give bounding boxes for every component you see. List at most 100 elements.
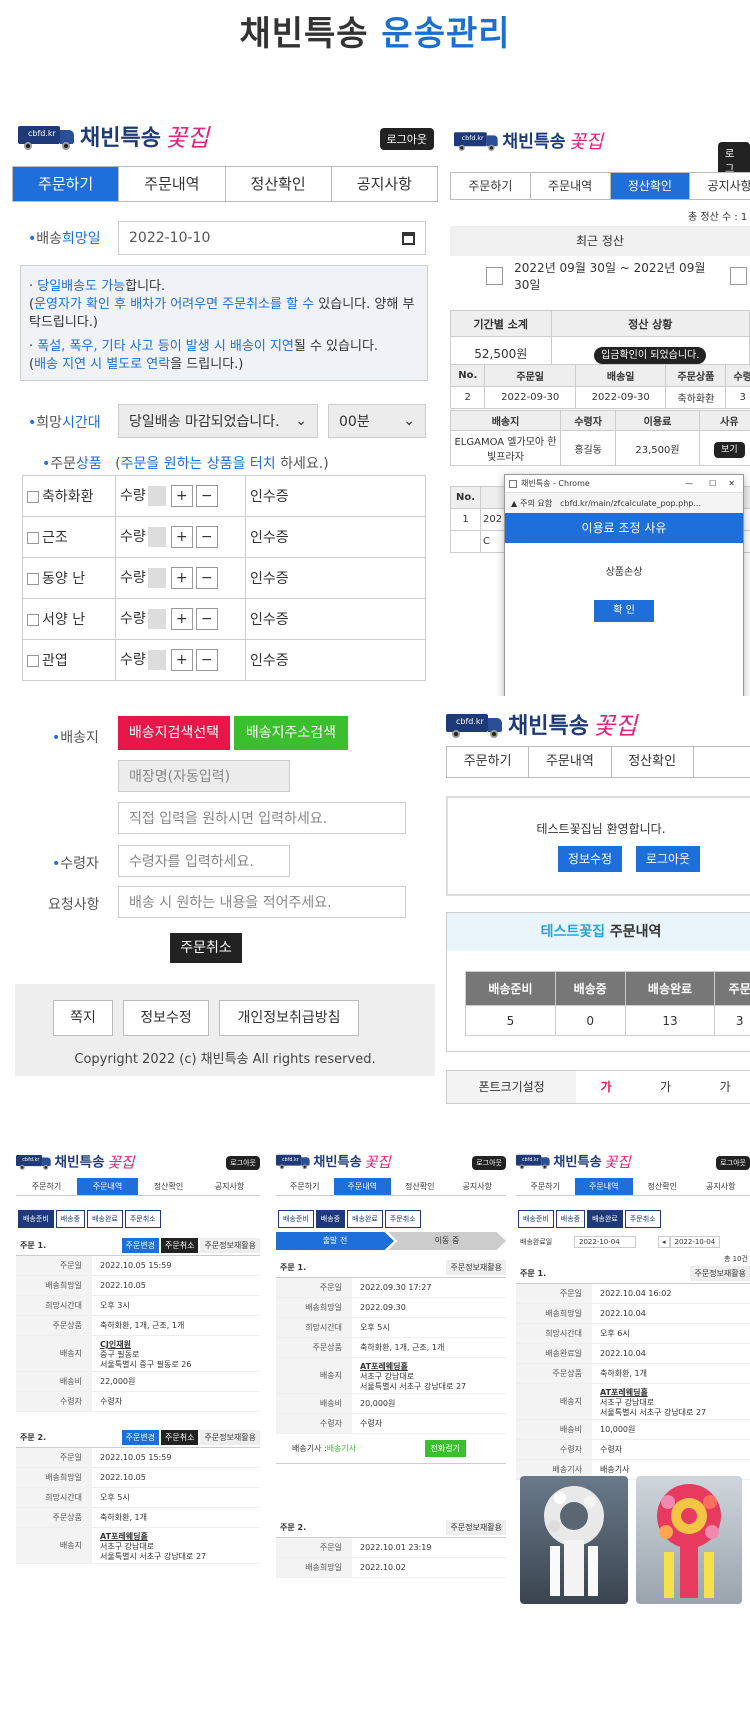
tab-history[interactable]: 주문내역 xyxy=(119,167,226,201)
logout-button[interactable]: 로그아웃 xyxy=(379,128,434,150)
edit-info-button[interactable]: 정보수정 xyxy=(123,1000,209,1036)
order-reuse-button[interactable]: 주문정보재활용 xyxy=(690,1266,750,1281)
recipient-input[interactable]: 수령자를 입력하세요. xyxy=(118,845,290,877)
tab-order[interactable]: 주문하기 xyxy=(447,747,530,777)
minus-button[interactable]: − xyxy=(195,649,218,671)
delivery-photo-2[interactable] xyxy=(636,1476,742,1604)
tab-order[interactable]: 주문하기 xyxy=(276,1178,334,1195)
checkbox[interactable] xyxy=(27,573,39,585)
font-size-option[interactable]: 가 xyxy=(695,1071,750,1103)
checkbox[interactable] xyxy=(27,532,39,544)
plus-button[interactable]: + xyxy=(170,526,193,548)
prev-checkbox[interactable] xyxy=(486,267,504,285)
date-end-input[interactable]: 2022-10-04 xyxy=(669,1236,721,1248)
pill-shipping[interactable]: 배송중 xyxy=(555,1210,586,1228)
order-cancel-button[interactable]: 주문취소 xyxy=(161,1430,199,1445)
qty-input[interactable] xyxy=(147,568,166,588)
plus-button[interactable]: + xyxy=(170,608,193,630)
pill-done[interactable]: 배송완료 xyxy=(87,1210,123,1228)
request-input[interactable]: 배송 시 원하는 내용을 적어주세요. xyxy=(118,886,406,918)
tab-notice[interactable]: 공지사항 xyxy=(331,167,437,201)
qty-input[interactable] xyxy=(147,486,166,506)
privacy-button[interactable]: 개인정보취급방침 xyxy=(219,1000,359,1036)
pill-shipping[interactable]: 배송중 xyxy=(55,1210,86,1228)
tab-notice[interactable]: 공지사항 xyxy=(690,173,750,199)
tab-order[interactable]: 주문하기 xyxy=(13,167,120,201)
order-cancel-button[interactable]: 주문취소 xyxy=(170,933,242,963)
product-row[interactable]: 근조 수량 + − 인수증 xyxy=(22,516,426,558)
direct-address-input[interactable]: 직접 입력을 원하시면 입력하세요. xyxy=(118,802,406,834)
close-icon[interactable]: ✕ xyxy=(728,479,735,488)
logout-button[interactable]: 로그아웃 xyxy=(716,1156,750,1170)
pill-ready[interactable]: 배송준비 xyxy=(518,1210,554,1228)
tab-order[interactable]: 주문하기 xyxy=(16,1178,77,1195)
tab-order[interactable]: 주문하기 xyxy=(451,173,531,199)
plus-button[interactable]: + xyxy=(170,485,193,507)
pill-ready[interactable]: 배송준비 xyxy=(278,1210,314,1228)
order-cancel-button[interactable]: 주문취소 xyxy=(161,1238,199,1253)
popup-ok-button[interactable]: 확 인 xyxy=(594,600,654,622)
stat-value[interactable]: 0 xyxy=(554,1005,626,1036)
tab-settle[interactable]: 정산확인 xyxy=(225,167,332,201)
date-start-input[interactable]: 2022-10-04 xyxy=(574,1236,636,1248)
tab-settle[interactable]: 정산확인 xyxy=(391,1178,449,1195)
qty-input[interactable] xyxy=(147,609,166,629)
stat-value[interactable]: 13 xyxy=(624,1005,716,1036)
tab-notice[interactable]: 공지사항 xyxy=(449,1178,507,1195)
minimize-icon[interactable]: — xyxy=(685,479,693,488)
plus-button[interactable]: + xyxy=(170,567,193,589)
pill-done[interactable]: 배송완료 xyxy=(347,1210,383,1228)
tab-settle[interactable]: 정산확인 xyxy=(138,1178,199,1195)
message-button[interactable]: 쪽지 xyxy=(53,1000,113,1036)
pill-cancel[interactable]: 주문취소 xyxy=(384,1210,421,1228)
delivery-date-input[interactable]: 2022-10-10 xyxy=(118,221,426,255)
pill-ready[interactable]: 배송준비 xyxy=(18,1210,54,1228)
tab-settle[interactable]: 정산확인 xyxy=(610,173,691,199)
pill-shipping[interactable]: 배송중 xyxy=(315,1210,346,1228)
product-row[interactable]: 축하화환 수량 + − 인수증 xyxy=(22,475,426,517)
pill-cancel[interactable]: 주문취소 xyxy=(124,1210,161,1228)
order-reuse-button[interactable]: 주문정보재활용 xyxy=(200,1430,260,1445)
qty-input[interactable] xyxy=(147,650,166,670)
product-row[interactable]: 관엽 수량 + − 인수증 xyxy=(22,639,426,681)
logout-button[interactable]: 로그아웃 xyxy=(472,1156,506,1170)
minute-select[interactable]: 00분 ⌄ xyxy=(328,404,426,438)
plus-button[interactable]: + xyxy=(170,649,193,671)
tab-order[interactable]: 주문하기 xyxy=(516,1178,575,1195)
minus-button[interactable]: − xyxy=(195,485,218,507)
stat-value[interactable]: 5 xyxy=(465,1005,556,1036)
order-change-button[interactable]: 주문변경 xyxy=(121,1430,160,1445)
logout-button[interactable]: 로그아웃 xyxy=(226,1156,260,1170)
font-size-option[interactable]: 가 xyxy=(636,1071,696,1103)
qty-input[interactable] xyxy=(147,527,166,547)
dest-address-search-button[interactable]: 배송지주소검색 xyxy=(234,716,348,750)
view-button[interactable]: 보기 xyxy=(714,441,745,458)
logout-button[interactable]: 로그아웃 xyxy=(636,846,700,872)
delivery-photo-1[interactable] xyxy=(520,1476,628,1604)
next-checkbox[interactable] xyxy=(729,267,747,285)
tab-extra[interactable] xyxy=(693,747,750,777)
time-select[interactable]: 당일배송 마감되었습니다. ⌄ xyxy=(118,404,318,438)
order-change-button[interactable]: 주문변경 xyxy=(121,1238,160,1253)
minus-button[interactable]: − xyxy=(195,526,218,548)
edit-info-button[interactable]: 정보수정 xyxy=(558,846,622,872)
tab-history[interactable]: 주문내역 xyxy=(574,1178,633,1195)
font-size-option[interactable]: 가 xyxy=(576,1071,636,1103)
tab-history[interactable]: 주문내역 xyxy=(530,173,611,199)
checkbox[interactable] xyxy=(27,655,39,667)
call-button[interactable]: 전화걸기 xyxy=(424,1440,466,1457)
tab-notice[interactable]: 공지사항 xyxy=(199,1178,260,1195)
pill-done[interactable]: 배송완료 xyxy=(587,1210,623,1228)
tab-history[interactable]: 주문내역 xyxy=(529,747,612,777)
dest-search-select-button[interactable]: 배송지검색선택 xyxy=(118,716,230,750)
tab-settle[interactable]: 정산확인 xyxy=(633,1178,692,1195)
pill-cancel[interactable]: 주문취소 xyxy=(624,1210,661,1228)
brand-logo[interactable]: cbfd.kr 채빈특송 꽃집 xyxy=(18,118,209,153)
calendar-icon[interactable] xyxy=(402,231,415,245)
product-row[interactable]: 동양 난 수량 + − 인수증 xyxy=(22,557,426,599)
checkbox[interactable] xyxy=(27,491,39,503)
tab-settle[interactable]: 정산확인 xyxy=(611,747,694,777)
minus-button[interactable]: − xyxy=(195,608,218,630)
maximize-icon[interactable]: ☐ xyxy=(709,479,716,488)
prev-arrow-icon[interactable]: ◂ xyxy=(658,1236,670,1248)
